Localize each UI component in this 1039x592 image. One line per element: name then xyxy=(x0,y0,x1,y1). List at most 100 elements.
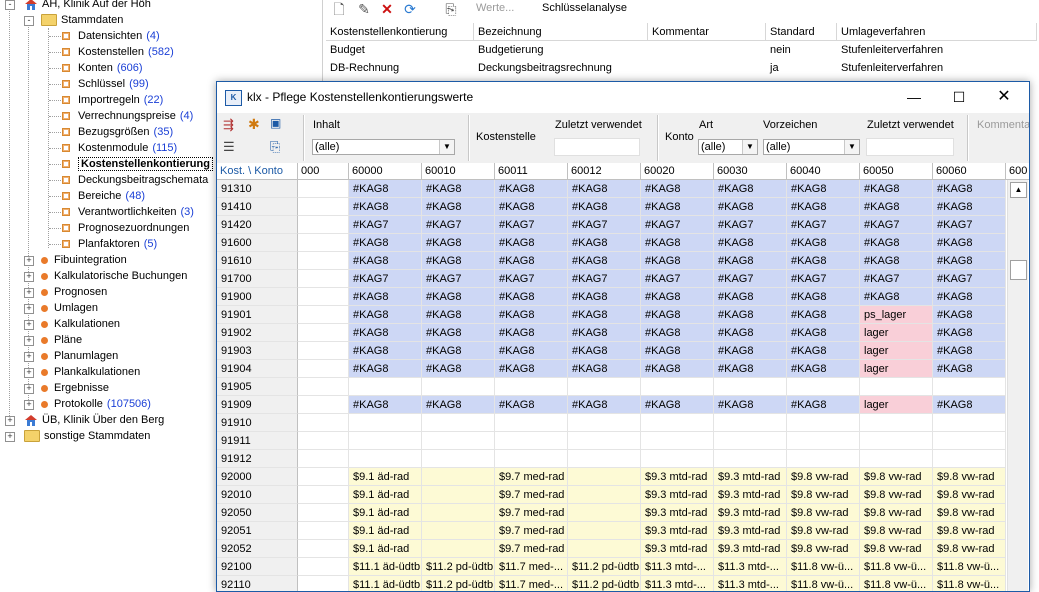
grid-cell[interactable]: $9.7 med-rad xyxy=(495,522,568,540)
grid-cell[interactable]: #KAG8 xyxy=(422,252,495,270)
tree-item-pläne[interactable]: Pläne xyxy=(41,332,82,348)
grid-cell[interactable]: #KAG8 xyxy=(933,198,1006,216)
grid-cell[interactable]: #KAG8 xyxy=(495,288,568,306)
konto-recent-input[interactable] xyxy=(866,138,954,156)
grid-cell[interactable] xyxy=(787,450,860,468)
grid-cell[interactable]: $9.8 vw-rad xyxy=(860,540,933,558)
grid-cell[interactable]: #KAG8 xyxy=(568,396,641,414)
grid-row[interactable]: 91901 #KAG8 #KAG8 #KAG8 #KAG8 #KAG8 #KAG8 #KAG8… xyxy=(217,306,1007,324)
grid-row-header[interactable]: 91910 xyxy=(217,414,298,432)
grid-cell[interactable] xyxy=(298,342,349,360)
grid-cell[interactable]: #KAG8 xyxy=(495,198,568,216)
grid-cell[interactable] xyxy=(298,270,349,288)
grid-cell[interactable]: $9.3 mtd-rad xyxy=(641,540,714,558)
grid-cell[interactable]: #KAG7 xyxy=(787,270,860,288)
grid-cell[interactable]: #KAG8 xyxy=(349,252,422,270)
grid-cell[interactable]: #KAG8 xyxy=(568,252,641,270)
column-header[interactable]: Standard xyxy=(766,23,837,41)
grid-cell[interactable]: #KAG8 xyxy=(422,180,495,198)
grid-cell[interactable] xyxy=(298,450,349,468)
grid-cell[interactable]: #KAG8 xyxy=(933,360,1006,378)
tree-item-bereiche[interactable]: Bereiche (48) xyxy=(62,188,145,204)
grid-cell[interactable]: #KAG8 xyxy=(349,198,422,216)
schluesselanalyse-button[interactable]: Schlüsselanalyse xyxy=(542,2,627,14)
grid-column-header[interactable]: 60060 xyxy=(933,163,1006,180)
tree-item-kostenmodule[interactable]: Kostenmodule (115) xyxy=(62,140,177,156)
grid-cell[interactable]: $9.8 vw-rad xyxy=(860,486,933,504)
grid-column-header[interactable]: 60020 xyxy=(641,163,714,180)
grid-cell[interactable] xyxy=(933,432,1006,450)
grid-cell[interactable] xyxy=(568,414,641,432)
grid-cell[interactable]: $9.8 vw-rad xyxy=(787,468,860,486)
grid-cell[interactable]: #KAG8 xyxy=(714,360,787,378)
grid-cell[interactable]: #KAG8 xyxy=(495,360,568,378)
grid-cell[interactable] xyxy=(298,234,349,252)
grid-cell[interactable]: #KAG7 xyxy=(714,270,787,288)
grid-column-header[interactable]: 000 xyxy=(298,163,349,180)
tree-item-fibuintegration[interactable]: Fibuintegration xyxy=(41,252,127,268)
grid-cell[interactable]: #KAG8 xyxy=(641,198,714,216)
grid-cell[interactable]: $9.8 vw-rad xyxy=(787,522,860,540)
grid-cell[interactable] xyxy=(933,378,1006,396)
copy-icon[interactable]: ⎘ xyxy=(443,1,459,17)
grid-cell[interactable]: #KAG7 xyxy=(568,216,641,234)
tree-item-prognosezuordnungen[interactable]: Prognosezuordnungen xyxy=(62,220,189,236)
grid-cell[interactable]: $11.8 vw-ü... xyxy=(933,558,1006,576)
grid-cell[interactable]: $9.8 vw-rad xyxy=(933,522,1006,540)
grid-cell[interactable] xyxy=(787,432,860,450)
grid-cell[interactable]: #KAG8 xyxy=(641,360,714,378)
grid-cell[interactable]: $11.8 vw-ü... xyxy=(860,558,933,576)
grid-row-header[interactable]: 91912 xyxy=(217,450,298,468)
grid-row-header[interactable]: 92010 xyxy=(217,486,298,504)
grid-cell[interactable]: #KAG8 xyxy=(933,252,1006,270)
grid-cell[interactable] xyxy=(568,522,641,540)
grid-row[interactable]: 91912 xyxy=(217,450,1007,468)
grid-cell[interactable] xyxy=(422,504,495,522)
grid-cell[interactable] xyxy=(568,540,641,558)
grid-cell[interactable] xyxy=(641,378,714,396)
grid-cell[interactable]: #KAG8 xyxy=(349,396,422,414)
grid-cell[interactable] xyxy=(933,450,1006,468)
grid-cell[interactable]: $11.3 mtd-... xyxy=(714,558,787,576)
grid-cell[interactable]: #KAG8 xyxy=(422,396,495,414)
tree-item-kalkulatorische-buchungen[interactable]: Kalkulatorische Buchungen xyxy=(41,268,187,284)
grid-cell[interactable] xyxy=(787,378,860,396)
grid-cell[interactable] xyxy=(495,432,568,450)
grid-cell[interactable]: #KAG8 xyxy=(860,252,933,270)
grid-cell[interactable] xyxy=(714,414,787,432)
star-tool-icon[interactable]: ✱ xyxy=(248,116,260,133)
grid-cell[interactable] xyxy=(422,414,495,432)
grid-cell[interactable]: $9.3 mtd-rad xyxy=(641,504,714,522)
grid-cell[interactable]: #KAG8 xyxy=(568,360,641,378)
grid-cell[interactable] xyxy=(298,378,349,396)
grid-cell[interactable]: $9.7 med-rad xyxy=(495,504,568,522)
tree-item-deckungsbeitragschemata[interactable]: Deckungsbeitragschemata xyxy=(62,172,208,188)
grid-cell[interactable] xyxy=(298,288,349,306)
grid-cell[interactable] xyxy=(422,468,495,486)
dialog-titlebar[interactable]: K klx - Pflege Kostenstellenkontierungsw… xyxy=(217,82,1029,113)
grid-cell[interactable]: #KAG7 xyxy=(933,270,1006,288)
grid-cell[interactable]: #KAG8 xyxy=(349,288,422,306)
grid-cell[interactable] xyxy=(933,414,1006,432)
expand-icon[interactable]: + xyxy=(24,304,34,314)
grid-row[interactable]: 91410 #KAG8 #KAG8 #KAG8 #KAG8 #KAG8 #KAG8 #KAG8… xyxy=(217,198,1007,216)
grid-cell[interactable]: #KAG8 xyxy=(349,234,422,252)
refresh-icon[interactable]: ⟳ xyxy=(402,1,418,17)
grid-cell[interactable]: #KAG8 xyxy=(714,342,787,360)
grid-row[interactable]: 92050 $9.1 äd-rad $9.7 med-rad $9.3 mtd-rad… xyxy=(217,504,1007,522)
grid-cell[interactable]: #KAG8 xyxy=(641,306,714,324)
grid-row-header[interactable]: 91410 xyxy=(217,198,298,216)
grid-cell[interactable]: $9.1 äd-rad xyxy=(349,504,422,522)
grid-cell[interactable]: #KAG8 xyxy=(349,360,422,378)
tree-item-plankalkulationen[interactable]: Plankalkulationen xyxy=(41,364,140,380)
grid-cell[interactable]: #KAG7 xyxy=(422,216,495,234)
grid-cell[interactable]: $11.8 vw-ü... xyxy=(933,576,1006,591)
grid-cell[interactable]: #KAG7 xyxy=(860,270,933,288)
grid-cell[interactable] xyxy=(495,414,568,432)
grid-cell[interactable] xyxy=(298,396,349,414)
collapse-icon[interactable]: - xyxy=(24,16,34,26)
grid-cell[interactable]: $9.1 äd-rad xyxy=(349,540,422,558)
grid-cell[interactable] xyxy=(495,378,568,396)
grid-cell[interactable]: #KAG7 xyxy=(933,216,1006,234)
grid-column-header[interactable]: 60050 xyxy=(860,163,933,180)
